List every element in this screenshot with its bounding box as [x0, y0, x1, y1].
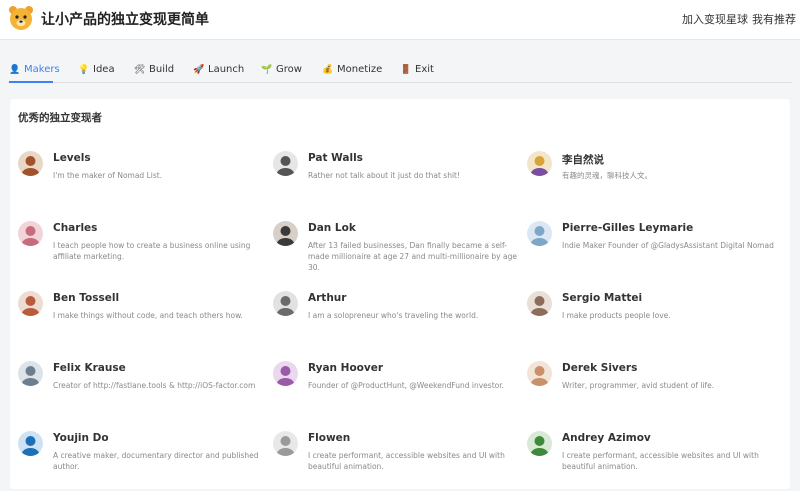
- maker-name: Dan Lok: [308, 222, 356, 234]
- maker-desc: A creative maker, documentary director a…: [53, 451, 259, 471]
- maker-card[interactable]: Charles I teach people how to create a b…: [18, 221, 268, 281]
- maker-desc: Founder of @ProductHunt, @WeekendFund in…: [308, 381, 504, 390]
- avatar: [273, 361, 298, 386]
- tools-icon: 🛠: [134, 64, 146, 75]
- maker-desc: I'm the maker of Nomad List.: [53, 171, 163, 180]
- makers-card: 优秀的独立变现者 Levels I'm the maker of Nomad L…: [10, 99, 790, 489]
- maker-name: Felix Krause: [53, 362, 126, 374]
- maker-card[interactable]: Pat Walls Rather not talk about it just …: [273, 151, 523, 211]
- tab-build[interactable]: 🛠 Build: [134, 64, 174, 75]
- maker-desc: I make things without code, and teach ot…: [53, 311, 243, 320]
- avatar: [527, 431, 552, 456]
- maker-card[interactable]: Pierre-Gilles Leymarie Indie Maker Found…: [527, 221, 777, 281]
- maker-card[interactable]: Youjin Do A creative maker, documentary …: [18, 431, 268, 491]
- maker-card[interactable]: Sergio Mattei I make products people lov…: [527, 291, 777, 351]
- avatar: [18, 291, 43, 316]
- avatar: [18, 431, 43, 456]
- maker-card[interactable]: Derek Sivers Writer, programmer, avid st…: [527, 361, 777, 421]
- maker-desc: I create performant, accessible websites…: [562, 451, 759, 471]
- avatar: [273, 221, 298, 246]
- maker-desc: I make products people love.: [562, 311, 671, 320]
- maker-name: Pat Walls: [308, 152, 363, 164]
- maker-card[interactable]: Ben Tossell I make things without code, …: [18, 291, 268, 351]
- avatar: [273, 431, 298, 456]
- tabs-divider: [8, 82, 792, 83]
- maker-card[interactable]: Andrey Azimov I create performant, acces…: [527, 431, 777, 491]
- maker-name: Levels: [53, 152, 91, 164]
- maker-desc: Creator of http://fastlane.tools & http:…: [53, 381, 256, 390]
- top-header: 让小产品的独立变现更简单 加入变现星球 我有推荐: [0, 0, 800, 40]
- avatar: [527, 151, 552, 176]
- avatar: [18, 151, 43, 176]
- active-tab-indicator: [9, 81, 53, 83]
- section-title: 优秀的独立变现者: [18, 112, 102, 124]
- bulb-icon: 💡: [78, 64, 90, 75]
- maker-card[interactable]: Arthur I am a solopreneur who's travelin…: [273, 291, 523, 351]
- tab-monetize[interactable]: 💰 Monetize: [322, 64, 382, 75]
- tab-makers[interactable]: 👤 Makers: [9, 64, 60, 75]
- tab-launch[interactable]: 🚀 Launch: [193, 64, 244, 75]
- avatar: [273, 291, 298, 316]
- maker-name: Charles: [53, 222, 98, 234]
- category-tabs: 👤 Makers 💡 Idea 🛠 Build 🚀 Launch 🌱 Grow 💰 Mone…: [0, 56, 800, 84]
- maker-desc: 有趣的灵魂，聊科技人文。: [562, 171, 652, 180]
- maker-desc: I am a solopreneur who's traveling the w…: [308, 311, 479, 320]
- avatar: [18, 361, 43, 386]
- maker-name: Youjin Do: [53, 432, 109, 444]
- maker-name: Pierre-Gilles Leymarie: [562, 222, 694, 234]
- maker-desc: I teach people how to create a business …: [53, 241, 251, 261]
- maker-name: 李自然说: [562, 154, 604, 166]
- maker-name: Sergio Mattei: [562, 292, 643, 304]
- money-bag-icon: 💰: [322, 64, 334, 75]
- sprout-icon: 🌱: [261, 64, 273, 75]
- maker-desc: Indie Maker Founder of @GladysAssistant …: [562, 241, 774, 250]
- door-icon: 🚪: [400, 64, 412, 75]
- tab-exit[interactable]: 🚪 Exit: [400, 64, 434, 75]
- maker-name: Ryan Hoover: [308, 362, 384, 374]
- maker-name: Arthur: [308, 292, 347, 304]
- maker-name: Derek Sivers: [562, 362, 638, 374]
- maker-name: Ben Tossell: [53, 292, 120, 304]
- bear-logo-icon[interactable]: [8, 5, 34, 31]
- join-planet-link[interactable]: 加入变现星球: [682, 11, 748, 27]
- maker-desc: Rather not talk about it just do that sh…: [308, 171, 460, 180]
- tab-grow[interactable]: 🌱 Grow: [261, 64, 302, 75]
- avatar: [527, 291, 552, 316]
- maker-card[interactable]: Dan Lok After 13 failed businesses, Dan …: [273, 221, 523, 281]
- avatar: [527, 361, 552, 386]
- avatar: [273, 151, 298, 176]
- maker-desc: Writer, programmer, avid student of life…: [562, 381, 715, 390]
- avatar: [527, 221, 552, 246]
- maker-desc: I create performant, accessible websites…: [308, 451, 505, 471]
- maker-name: Flowen: [308, 432, 351, 444]
- maker-card[interactable]: Flowen I create performant, accessible w…: [273, 431, 523, 491]
- site-title: 让小产品的独立变现更简单: [41, 12, 209, 28]
- maker-card[interactable]: 李自然说 有趣的灵魂，聊科技人文。: [527, 151, 777, 211]
- maker-card[interactable]: Felix Krause Creator of http://fastlane.…: [18, 361, 268, 421]
- avatar: [18, 221, 43, 246]
- recommend-link[interactable]: 我有推荐: [752, 11, 796, 27]
- tab-idea[interactable]: 💡 Idea: [78, 64, 115, 75]
- maker-desc: After 13 failed businesses, Dan finally …: [308, 241, 517, 272]
- maker-name: Andrey Azimov: [562, 432, 651, 444]
- rocket-icon: 🚀: [193, 64, 205, 75]
- person-icon: 👤: [9, 64, 21, 75]
- maker-card[interactable]: Ryan Hoover Founder of @ProductHunt, @We…: [273, 361, 523, 421]
- maker-card[interactable]: Levels I'm the maker of Nomad List.: [18, 151, 268, 211]
